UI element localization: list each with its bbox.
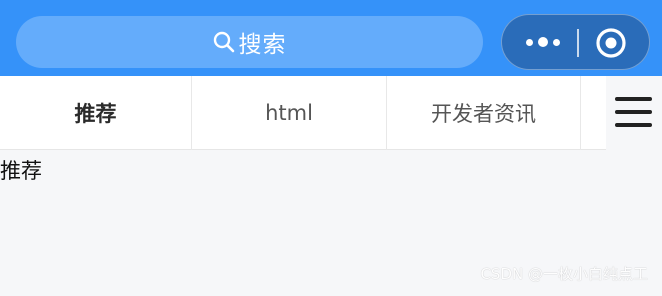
search-box[interactable]: 搜索 xyxy=(16,16,483,68)
navigation-bar: 搜索 xyxy=(0,0,662,76)
hamburger-menu-icon[interactable] xyxy=(606,76,662,150)
watermark: CSDN @一枚小白纯点工 xyxy=(480,265,648,283)
more-dots-icon[interactable] xyxy=(514,23,572,61)
search-label: 搜索 xyxy=(238,32,287,58)
tab-overflow[interactable] xyxy=(581,76,606,150)
search-icon xyxy=(213,31,234,53)
mini-program-page: 搜索 推荐 html 开发者资讯 推荐 CSDN @一枚小白纯点工 xyxy=(0,0,662,296)
mini-program-capsule xyxy=(501,14,650,70)
tab-html[interactable]: html xyxy=(192,76,387,150)
capsule-divider xyxy=(577,29,579,57)
tab-developer-news[interactable]: 开发者资讯 xyxy=(387,76,581,150)
target-icon[interactable] xyxy=(594,26,628,60)
tab-recommend[interactable]: 推荐 xyxy=(0,76,192,150)
content-title: 推荐 xyxy=(0,159,42,183)
tab-bar: 推荐 html 开发者资讯 xyxy=(0,76,606,150)
